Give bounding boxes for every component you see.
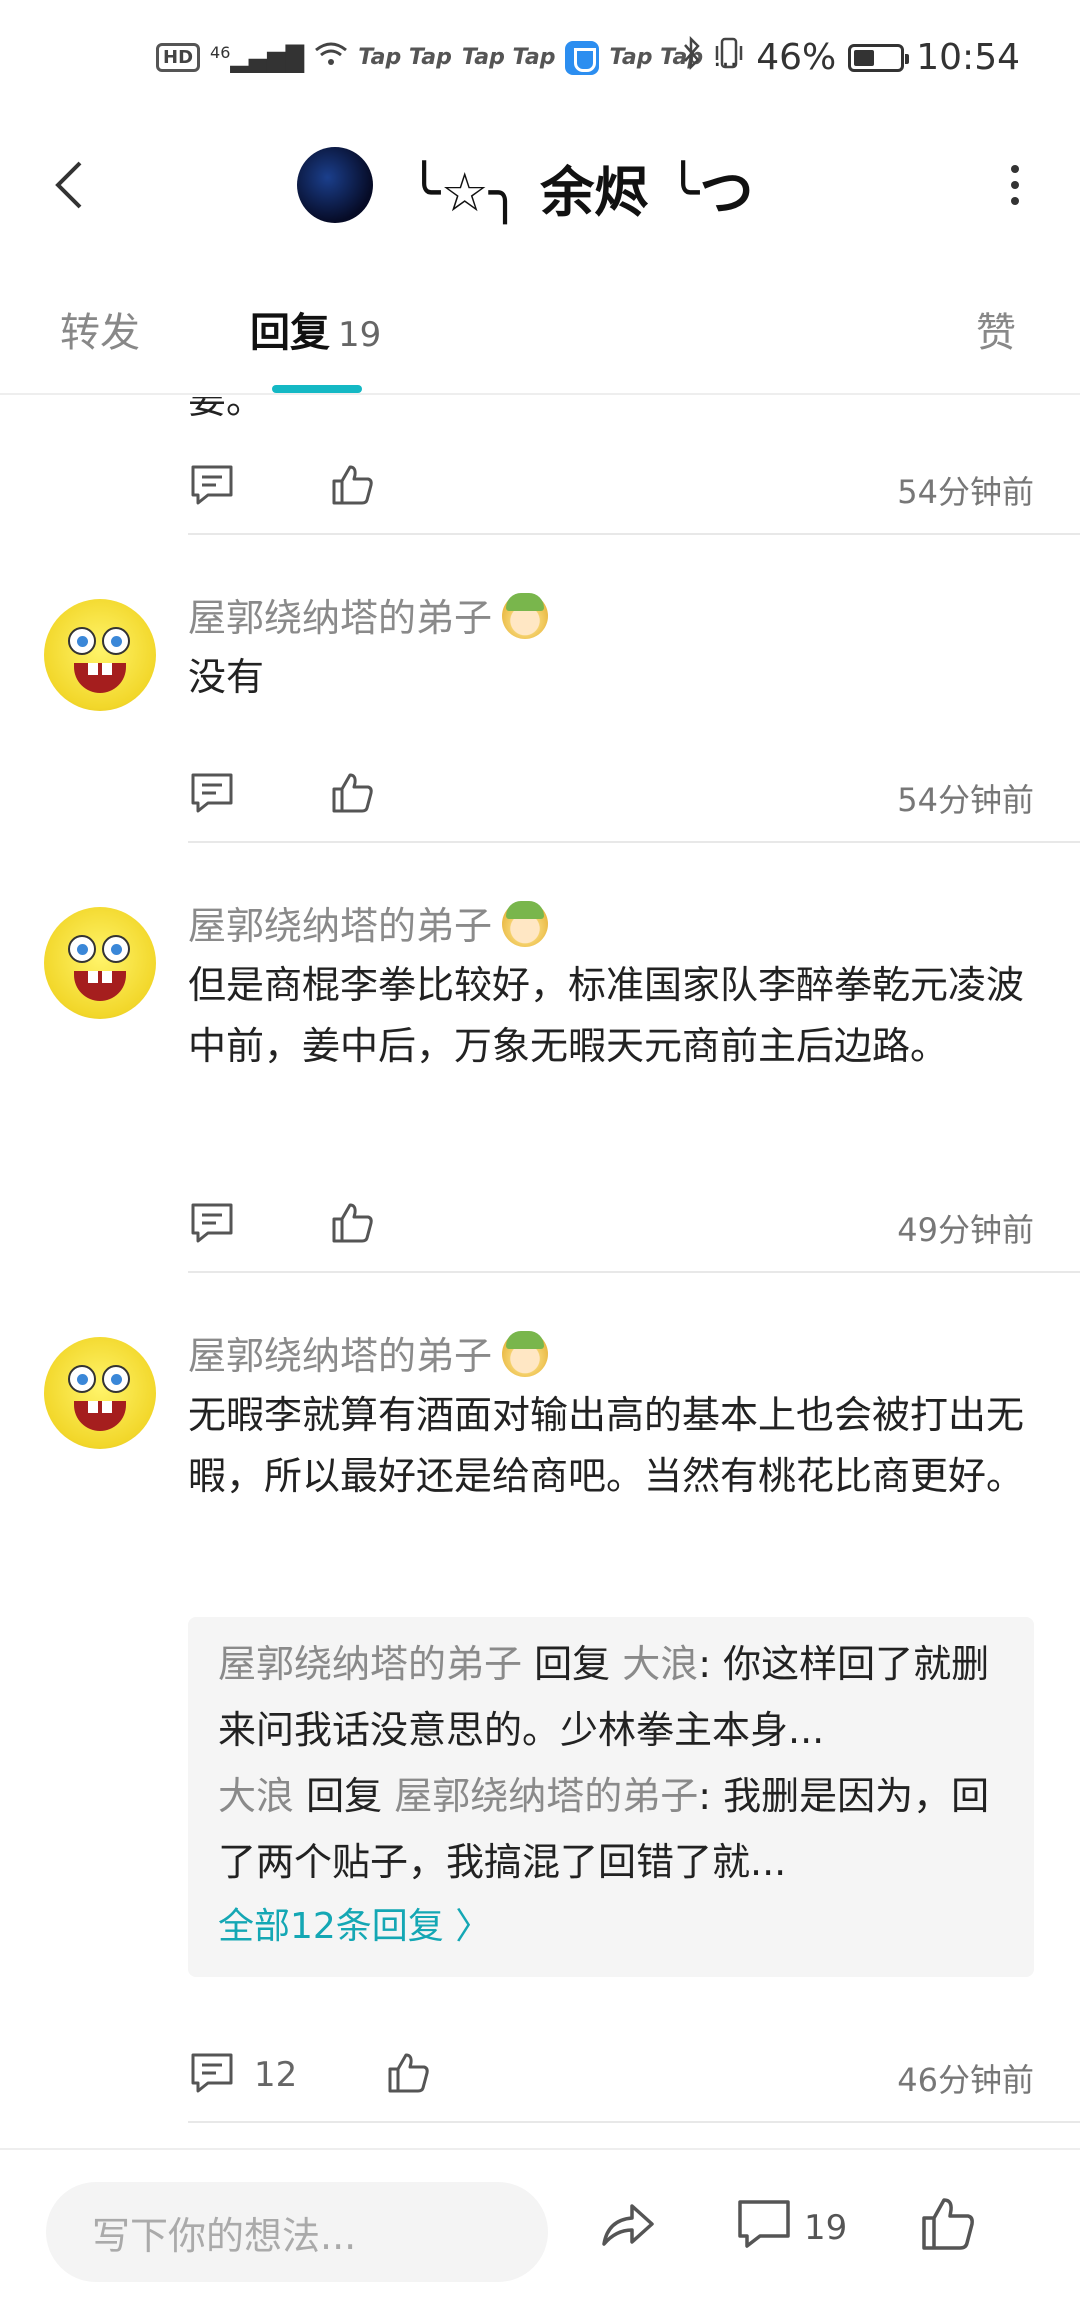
- comment-icon[interactable]: [188, 2049, 236, 2097]
- bottom-bar: 写下你的想法... 19: [0, 2148, 1080, 2310]
- header: ╰☆╮ 余烬 ╰つ: [0, 120, 1080, 250]
- user-badge-icon: [502, 901, 549, 947]
- clock: 10:54: [916, 37, 1020, 78]
- comment-actions: 54分钟前: [188, 453, 1034, 513]
- divider: [188, 841, 1080, 843]
- divider: [188, 2121, 1080, 2123]
- taptap-notification-2: Tap Tap: [461, 45, 556, 70]
- tab-replies-label: 回复: [250, 310, 330, 356]
- battery-percent: 46%: [756, 37, 837, 78]
- author-avatar[interactable]: [297, 147, 373, 223]
- previous-comment-text: 要。: [188, 397, 265, 422]
- comment-icon[interactable]: [188, 461, 236, 509]
- sub-reply[interactable]: 大浪 回复 屋郭绕纳塔的弟子: 我删是因为，回了两个贴子，我搞混了回错了就...: [218, 1763, 1004, 1895]
- active-tab-indicator: [272, 385, 362, 393]
- divider: [188, 1271, 1080, 1273]
- sub-reply[interactable]: 屋郭绕纳塔的弟子 回复 大浪: 你这样回了就删来问我话没意思的。少林拳主本身..…: [218, 1631, 1004, 1763]
- sub-reply-target[interactable]: 大浪: [622, 1642, 698, 1686]
- comment-icon[interactable]: [734, 2194, 794, 2254]
- chevron-left-icon: [55, 161, 82, 209]
- tab-replies[interactable]: 回复 19: [250, 300, 381, 358]
- view-all-replies-link[interactable]: 全部12条回复 〉: [218, 1897, 1004, 1957]
- tab-replies-count: 19: [338, 315, 382, 355]
- comment-actions: 49分钟前: [188, 1191, 1034, 1251]
- tab-bar: 转发 回复 19 赞: [0, 280, 1080, 395]
- comment-icon[interactable]: [188, 769, 236, 817]
- like-icon[interactable]: [918, 2194, 978, 2254]
- page-title: ╰☆╮ 余烬 ╰つ: [408, 161, 754, 224]
- user-badge-icon: [502, 593, 549, 639]
- status-bar: HD 46▂▄▆█ Tap Tap Tap Tap Tap Tap ... 46…: [0, 0, 1080, 120]
- comment-text: 但是商棍李拳比较好，标准国家队李醉拳乾元凌波中前，姜中后，万象无暇天元商前主后边…: [188, 963, 1025, 1068]
- status-right: 46% 10:54: [682, 35, 1020, 79]
- tab-likes[interactable]: 赞: [976, 300, 1016, 358]
- user-avatar[interactable]: [44, 907, 156, 1019]
- username[interactable]: 屋郭绕纳塔的弟子: [188, 895, 549, 950]
- sub-reply-author[interactable]: 大浪: [218, 1774, 294, 1818]
- comment-time: 54分钟前: [897, 781, 1034, 819]
- username[interactable]: 屋郭绕纳塔的弟子: [188, 1325, 549, 1380]
- comment-input[interactable]: 写下你的想法...: [46, 2182, 548, 2282]
- comment-count: 19: [804, 2208, 848, 2248]
- like-icon[interactable]: [328, 461, 376, 509]
- sub-reply-box[interactable]: 屋郭绕纳塔的弟子 回复 大浪: 你这样回了就删来问我话没意思的。少林拳主本身..…: [188, 1617, 1034, 1977]
- sub-reply-verb: 回复: [534, 1642, 611, 1686]
- comment-actions: 12 46分钟前: [188, 2041, 1034, 2101]
- sub-reply-target[interactable]: 屋郭绕纳塔的弟子: [394, 1774, 698, 1818]
- tab-forward[interactable]: 转发: [60, 300, 140, 358]
- battery-icon: [848, 43, 910, 72]
- status-left: HD 46▂▄▆█ Tap Tap Tap Tap Tap Tap ...: [156, 40, 738, 75]
- user-badge-icon: [502, 1331, 549, 1377]
- comment-text: 无暇李就算有酒面对输出高的基本上也会被打出无暇，所以最好还是给商吧。当然有桃花比…: [188, 1393, 1025, 1498]
- comment-text: 没有: [188, 655, 265, 699]
- signal-icon: 46▂▄▆█: [210, 42, 305, 73]
- like-icon[interactable]: [328, 1199, 376, 1247]
- like-icon[interactable]: [384, 2049, 432, 2097]
- reply-list[interactable]: 要。 54分钟前 屋郭绕纳塔的弟子 没有 54分钟前 屋郭绕纳塔的弟子 但是商棍…: [0, 397, 1080, 2147]
- hd-indicator: HD: [156, 43, 201, 72]
- comment-icon[interactable]: [188, 1199, 236, 1247]
- more-options-button[interactable]: [990, 155, 1040, 215]
- share-icon[interactable]: [598, 2194, 658, 2254]
- vibrate-icon: [714, 36, 744, 79]
- more-dot-icon: [1011, 165, 1019, 173]
- comment-time: 46分钟前: [897, 2061, 1034, 2099]
- bluetooth-icon: [682, 35, 702, 79]
- user-avatar[interactable]: [44, 1337, 156, 1449]
- reply-count: 12: [254, 2055, 298, 2095]
- like-icon[interactable]: [328, 769, 376, 817]
- divider: [188, 533, 1080, 535]
- comment-actions: 54分钟前: [188, 761, 1034, 821]
- wifi-icon: [314, 40, 348, 75]
- taptap-notification-1: Tap Tap: [358, 45, 452, 70]
- shield-app-icon: [565, 40, 600, 75]
- sub-reply-verb: 回复: [306, 1774, 383, 1818]
- username[interactable]: 屋郭绕纳塔的弟子: [188, 587, 549, 642]
- user-avatar[interactable]: [44, 599, 156, 711]
- comment-time: 49分钟前: [897, 1211, 1034, 1249]
- back-button[interactable]: [40, 155, 100, 215]
- sub-reply-author[interactable]: 屋郭绕纳塔的弟子: [218, 1642, 522, 1686]
- comment-time: 54分钟前: [897, 473, 1034, 511]
